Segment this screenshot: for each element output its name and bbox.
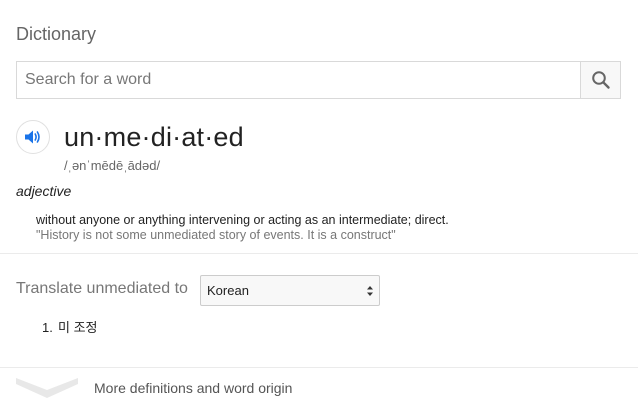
- selected-language: Korean: [207, 283, 249, 298]
- definition-text: without anyone or anything intervening o…: [36, 213, 449, 227]
- search-input[interactable]: [17, 62, 581, 98]
- dictionary-panel: Dictionary un·me·di·at·ed /ˌənˈmēdēˌādəd…: [0, 0, 638, 408]
- translation-text: 미 조정: [58, 320, 98, 335]
- search-icon: [591, 71, 610, 89]
- chevron-down-icon: [16, 378, 78, 398]
- translate-label: Translate unmediated to: [16, 280, 188, 297]
- more-definitions-label: More definitions and word origin: [94, 380, 293, 396]
- language-select[interactable]: Korean: [200, 275, 380, 306]
- select-arrows-icon: [367, 286, 373, 296]
- headword: un·me·di·at·ed: [64, 122, 244, 152]
- list-item: 1. 미 조정: [42, 320, 98, 336]
- phonetic-spelling: /ˌənˈmēdēˌādəd/: [64, 158, 161, 173]
- divider: [0, 253, 638, 254]
- search-box: [16, 61, 621, 99]
- panel-title: Dictionary: [16, 24, 97, 44]
- more-definitions-button[interactable]: More definitions and word origin: [0, 368, 638, 408]
- pronounce-button[interactable]: [16, 120, 50, 154]
- speaker-icon: [25, 130, 40, 144]
- part-of-speech: adjective: [16, 183, 72, 199]
- search-button[interactable]: [580, 62, 620, 98]
- example-sentence: "History is not some unmediated story of…: [36, 228, 396, 242]
- translation-list: 1. 미 조정: [42, 320, 98, 336]
- translation-number: 1.: [42, 320, 53, 335]
